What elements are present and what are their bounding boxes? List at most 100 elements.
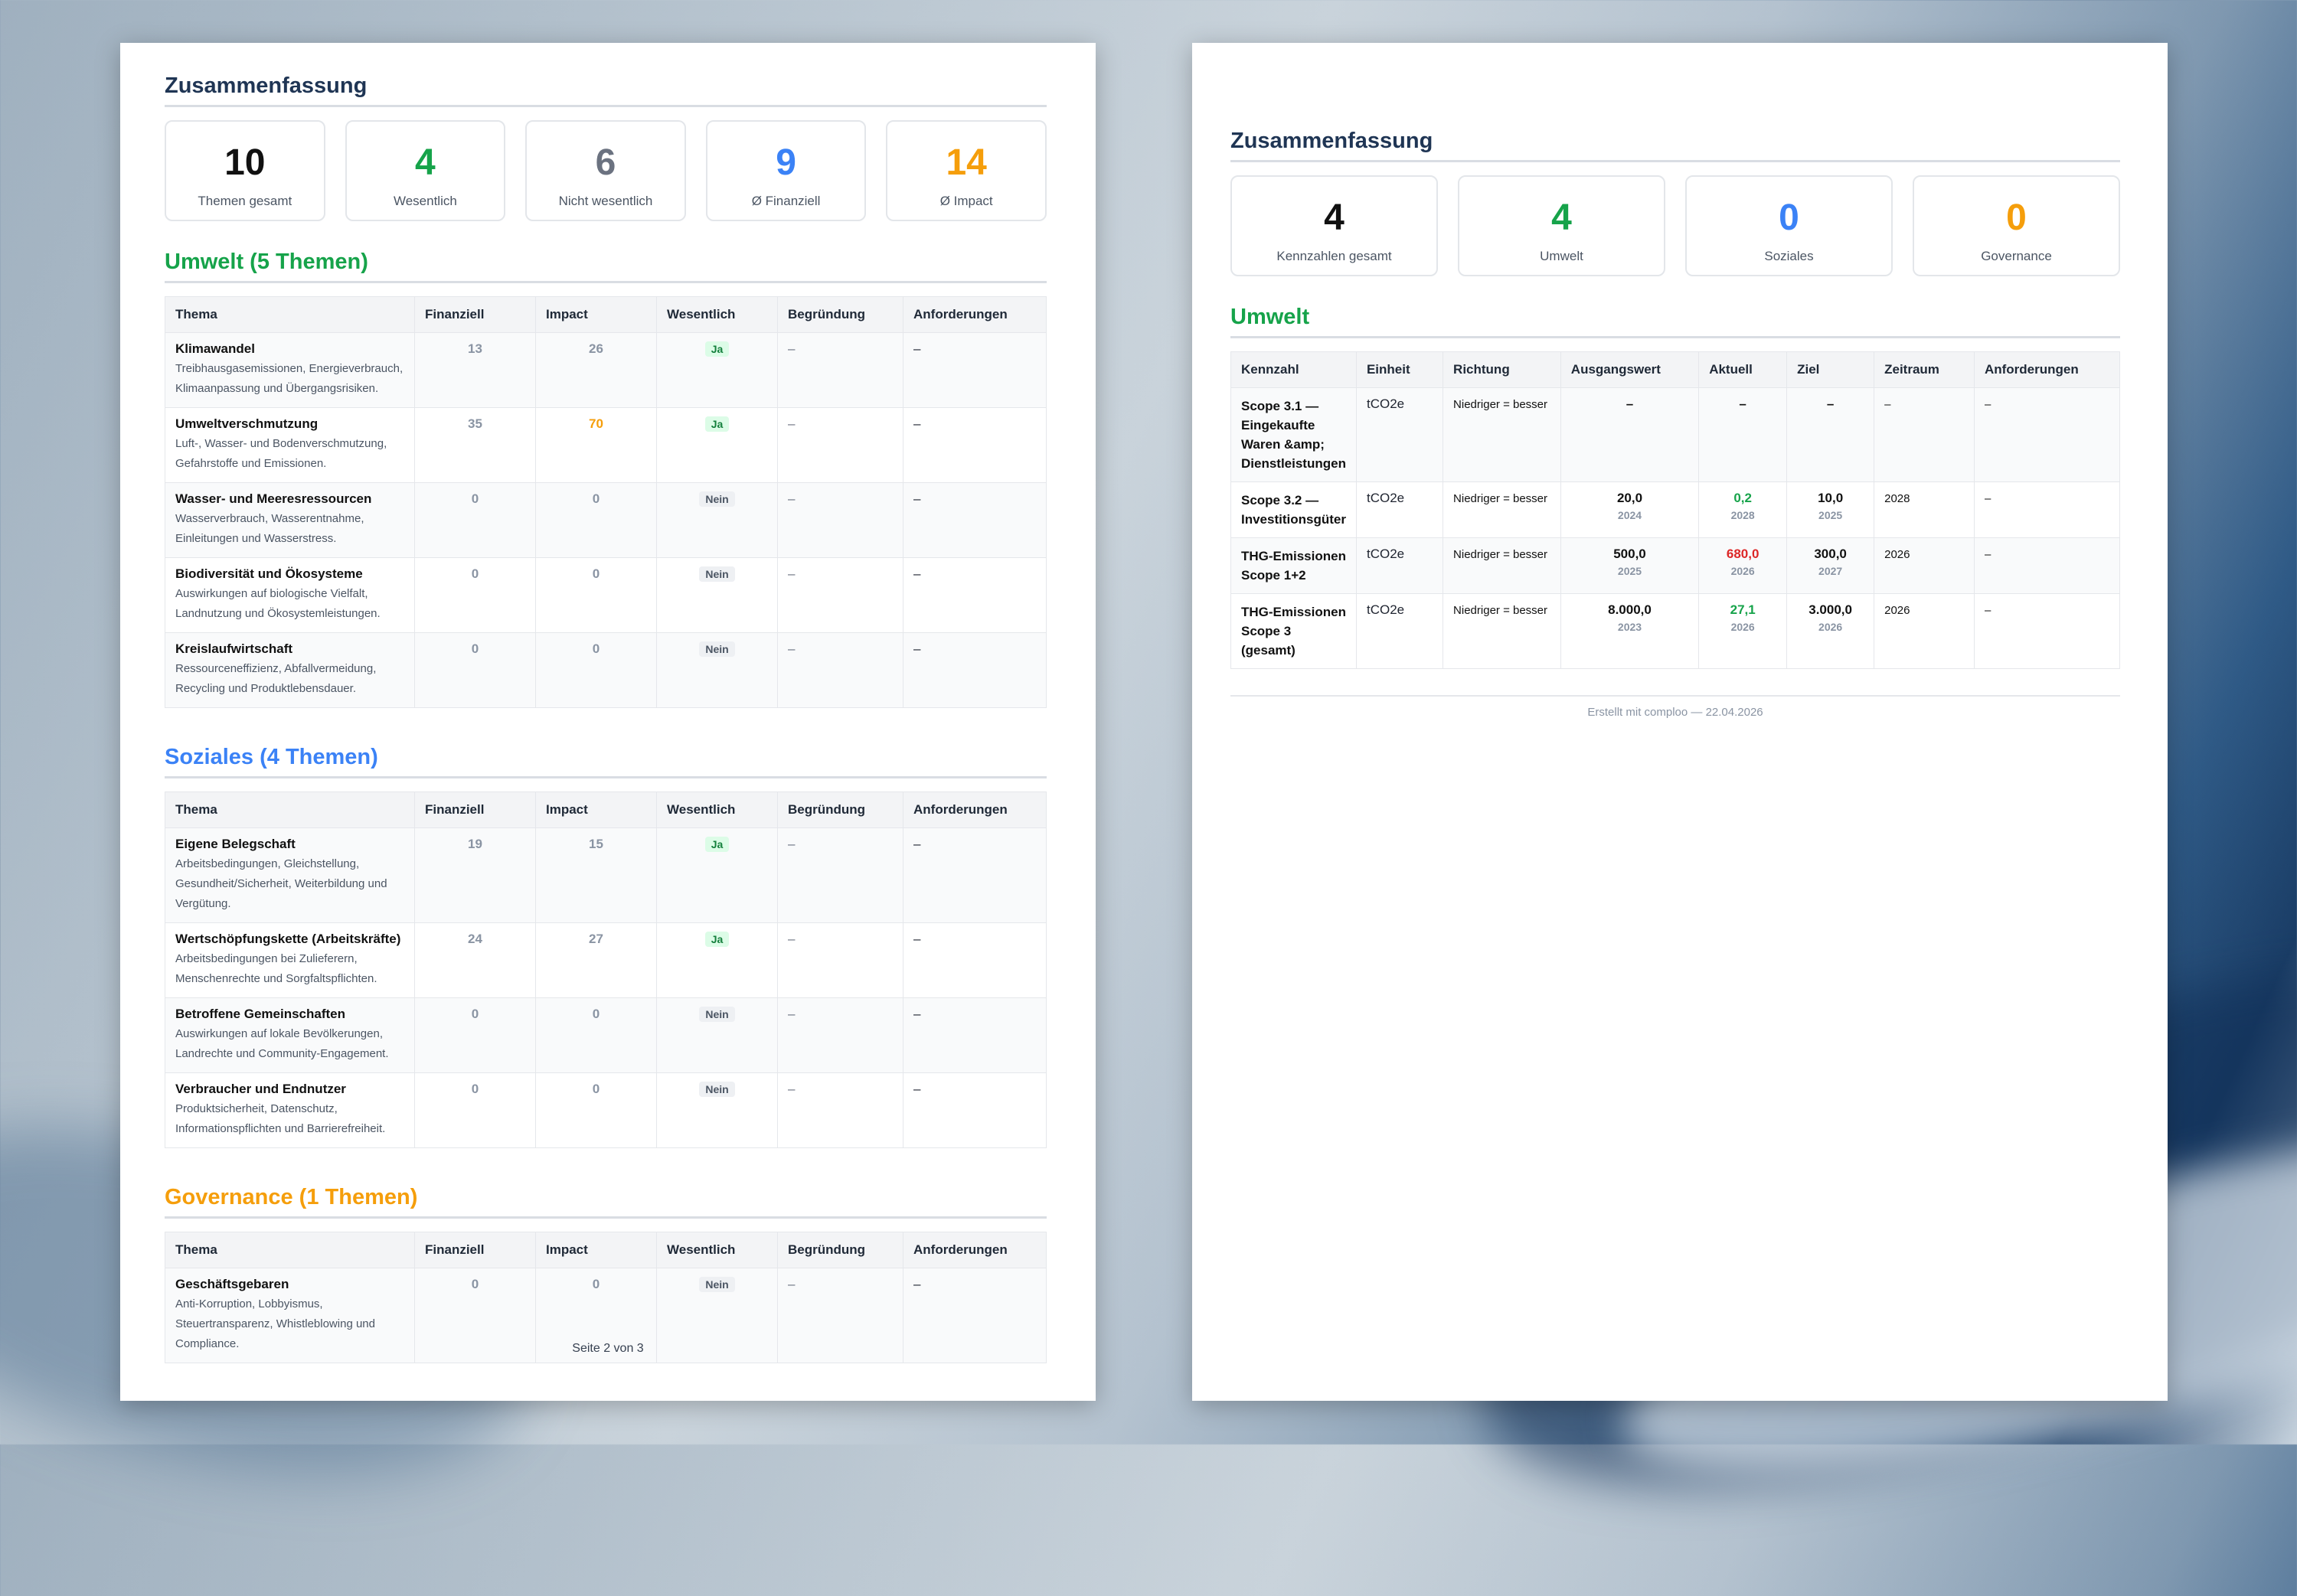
kpi-direction: Niedriger = besser	[1443, 537, 1561, 594]
justification: –	[777, 332, 903, 408]
summary-card: 10 Themen gesamt	[165, 120, 325, 221]
kpi-name: Scope 3.1 — Eingekaufte Waren &amp; Dien…	[1230, 387, 1357, 482]
target: 10,0 2025	[1786, 481, 1875, 538]
table-row: Umweltverschmutzung Luft-, Wasser- und Bo…	[165, 407, 1047, 483]
target: 300,0 2027	[1786, 537, 1875, 594]
financial-score: 13	[414, 332, 536, 408]
kpi-period: 2028	[1874, 481, 1975, 538]
material-cell: Nein	[656, 1072, 778, 1148]
page-content: Zusammenfassung 4 Kennzahlen gesamt 4 Umwel…	[1230, 129, 2121, 719]
material-cell: Nein	[656, 482, 778, 558]
table-row: Wertschöpfungskette (Arbeitskräfte) Arbei…	[165, 922, 1047, 998]
baseline-year: 2025	[1617, 565, 1642, 577]
card-value: 10	[224, 142, 266, 183]
impact-score: 0	[535, 482, 657, 558]
material-badge: Nein	[699, 566, 735, 582]
current: 0,2 2028	[1698, 481, 1788, 538]
card-label: Ø Impact	[939, 194, 993, 208]
card-label: Nicht wesentlich	[558, 194, 653, 208]
table-header-row: Thema Finanziell Impact Wesentlich Begründun…	[165, 296, 1047, 333]
impact-score: 70	[535, 407, 657, 483]
column-header: Impact	[535, 1232, 657, 1268]
impact-score: 0	[535, 557, 657, 633]
card-value: 0	[2006, 197, 2027, 238]
topic-description: Luft-, Wasser- und Bodenverschmutzung, G…	[175, 437, 387, 470]
material-cell: Nein	[656, 632, 778, 708]
topic-name: Umweltverschmutzung	[175, 416, 319, 431]
card-label: Ø Finanziell	[751, 194, 821, 208]
summary-card: 9 Ø Finanziell	[705, 120, 867, 221]
baseline: 8.000,0 2023	[1560, 593, 1700, 669]
kpi-row: THG-Emissionen Scope 3 (gesamt) tCO2e Nied…	[1230, 593, 2121, 669]
card-value: 4	[1551, 197, 1572, 238]
generated-footer: Erstellt mit comploo — 22.04.2026	[1230, 695, 2120, 719]
table-row: Klimawandel Treibhausgasemissionen, Energ…	[165, 332, 1047, 408]
justification: –	[777, 1072, 903, 1148]
material-badge: Nein	[699, 491, 735, 507]
topic-description: Auswirkungen auf biologische Vielfalt, L…	[175, 587, 381, 620]
justification: –	[777, 557, 903, 633]
baseline-year: 2024	[1617, 509, 1642, 521]
financial-score: 35	[414, 407, 536, 483]
topic-cell: Kreislaufwirtschaft Ressourceneffizienz, …	[165, 632, 415, 708]
target-year: 2026	[1818, 621, 1843, 633]
table-row: Kreislaufwirtschaft Ressourceneffizienz, …	[165, 632, 1047, 708]
topic-name: Klimawandel	[175, 341, 255, 356]
justification: –	[777, 922, 903, 998]
page-content: Zusammenfassung 10 Themen gesamt 4 Wesentli…	[165, 73, 1047, 1363]
summary-card: 14 Ø Impact	[886, 120, 1047, 221]
topic-cell: Eigene Belegschaft Arbeitsbedingungen, Gl…	[165, 827, 415, 923]
baseline-value: 8.000,0	[1608, 602, 1652, 617]
kpi-requirements: –	[1973, 481, 2121, 538]
column-header: Anforderungen	[1973, 351, 2121, 388]
column-header: Finanziell	[414, 1232, 536, 1268]
financial-score: 0	[414, 1072, 536, 1148]
material-badge: Ja	[704, 341, 730, 357]
requirements: –	[903, 922, 1047, 998]
justification: –	[777, 827, 903, 923]
summary-title: Zusammenfassung	[1230, 129, 2120, 162]
column-header: Anforderungen	[903, 1232, 1047, 1268]
financial-score: 0	[414, 632, 536, 708]
column-header: Ausgangswert	[1560, 351, 1700, 388]
topic-description: Treibhausgasemissionen, Energieverbrauch…	[175, 362, 404, 395]
section-title-governance: Governance (1 Themen)	[165, 1185, 1047, 1219]
kpi-card: 4 Kennzahlen gesamt	[1230, 175, 1438, 276]
summary-card: 6 Nicht wesentlich	[525, 120, 686, 221]
material-badge: Ja	[704, 416, 730, 432]
column-header: Aktuell	[1698, 351, 1788, 388]
target-value: –	[1826, 397, 1835, 411]
report-page-2: Zusammenfassung 10 Themen gesamt 4 Wesentli…	[120, 43, 1096, 1401]
card-label: Umwelt	[1540, 249, 1583, 263]
current-value: 0,2	[1733, 491, 1752, 505]
requirements: –	[903, 332, 1047, 408]
column-header: Einheit	[1355, 351, 1444, 388]
requirements: –	[903, 407, 1047, 483]
topic-table-umwelt: Thema Finanziell Impact Wesentlich Begründun…	[165, 296, 1047, 708]
baseline-value: 500,0	[1613, 547, 1646, 561]
topic-name: Biodiversität und Ökosysteme	[175, 566, 363, 581]
impact-score: 0	[535, 997, 657, 1073]
kpi-direction: Niedriger = besser	[1443, 593, 1561, 669]
justification: –	[777, 632, 903, 708]
topic-cell: Wertschöpfungskette (Arbeitskräfte) Arbei…	[165, 922, 415, 998]
justification: –	[777, 407, 903, 483]
impact-score: 26	[535, 332, 657, 408]
card-label: Soziales	[1764, 249, 1814, 263]
column-header: Wesentlich	[656, 791, 778, 828]
requirements: –	[903, 482, 1047, 558]
baseline: 20,0 2024	[1560, 481, 1700, 538]
target-value: 3.000,0	[1809, 602, 1852, 617]
topic-name: Wasser- und Meeresressourcen	[175, 491, 372, 506]
column-header: Thema	[165, 296, 415, 333]
requirements: –	[903, 1072, 1047, 1148]
card-value: 6	[595, 142, 616, 183]
material-badge: Ja	[704, 837, 730, 852]
topic-sections: Umwelt (5 Themen) Thema Finanziell Impact We…	[165, 250, 1047, 1363]
table-header-row: Thema Finanziell Impact Wesentlich Begründun…	[165, 791, 1047, 828]
topic-description: Arbeitsbedingungen bei Zulieferern, Mens…	[175, 952, 377, 985]
table-row: Biodiversität und Ökosysteme Auswirkungen…	[165, 557, 1047, 633]
kpi-card: 0 Soziales	[1685, 175, 1893, 276]
kpi-period: 2026	[1874, 537, 1975, 594]
topic-cell: Wasser- und Meeresressourcen Wasserverbra…	[165, 482, 415, 558]
